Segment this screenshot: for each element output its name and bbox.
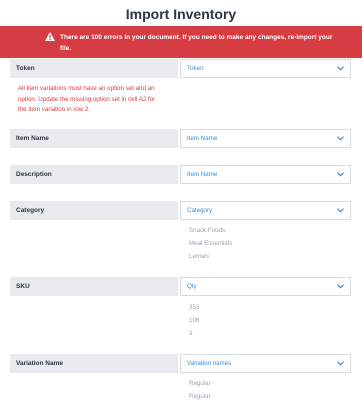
error-banner: There are 100 errors in your document. I… bbox=[0, 26, 362, 58]
mapping-row-variation-name: Variation Name Variation names bbox=[10, 354, 351, 373]
select-value: Qty bbox=[187, 283, 197, 290]
field-label: Variation Name bbox=[10, 354, 178, 373]
page-title: Import Inventory bbox=[125, 6, 237, 22]
select-value: Token bbox=[187, 65, 204, 72]
field-label: Description bbox=[10, 165, 178, 184]
chevron-down-icon bbox=[337, 284, 344, 289]
select-value: Item Name bbox=[187, 135, 218, 142]
field-label: SKU bbox=[10, 277, 178, 296]
column-select-item-name[interactable]: Item Name bbox=[180, 129, 351, 148]
field-label: Category bbox=[10, 201, 178, 220]
field-label: Item Name bbox=[10, 129, 178, 148]
sample-value: Lenses bbox=[189, 253, 209, 260]
chevron-down-icon bbox=[337, 172, 344, 177]
mapping-row-description: Description Item Name bbox=[10, 165, 351, 184]
chevron-down-icon bbox=[337, 136, 344, 141]
category-sample-values: Snack Foods Meal Essentials Lenses bbox=[189, 224, 232, 263]
mapping-row-item-name: Item Name Item Name bbox=[10, 129, 351, 148]
sample-value: Meal Essentials bbox=[189, 240, 233, 247]
select-value: Item Name bbox=[187, 171, 218, 178]
column-select-category[interactable]: Category bbox=[180, 201, 351, 220]
sku-sample-values: 353 108 3 bbox=[189, 301, 199, 340]
chevron-down-icon bbox=[337, 361, 344, 366]
column-select-variation-name[interactable]: Variation names bbox=[180, 354, 351, 373]
warning-icon bbox=[45, 32, 55, 41]
field-label: Token bbox=[10, 59, 178, 78]
chevron-down-icon bbox=[337, 66, 344, 71]
banner-message: There are 100 errors in your document. I… bbox=[60, 34, 333, 52]
mapping-row-category: Category Category bbox=[10, 201, 351, 220]
sample-value: Regular bbox=[189, 393, 211, 400]
mapping-row-sku: SKU Qty bbox=[10, 277, 351, 296]
sample-value: Snack Foods bbox=[189, 227, 226, 234]
page-header: Import Inventory bbox=[0, 0, 362, 26]
select-value: Variation names bbox=[187, 360, 232, 367]
sample-value: 108 bbox=[189, 317, 200, 324]
column-select-description[interactable]: Item Name bbox=[180, 165, 351, 184]
sample-value: 353 bbox=[189, 304, 200, 311]
chevron-down-icon bbox=[337, 208, 344, 213]
column-select-token[interactable]: Token bbox=[180, 59, 351, 78]
variation-sample-values: Regular Regular bbox=[189, 377, 211, 403]
mapping-row-token: Token Token bbox=[10, 59, 351, 78]
column-select-sku[interactable]: Qty bbox=[180, 277, 351, 296]
sample-value: Regular bbox=[189, 380, 211, 387]
token-error-message: All item variations must have an option … bbox=[18, 85, 156, 113]
select-value: Category bbox=[187, 207, 213, 214]
sample-value: 3 bbox=[189, 330, 193, 337]
